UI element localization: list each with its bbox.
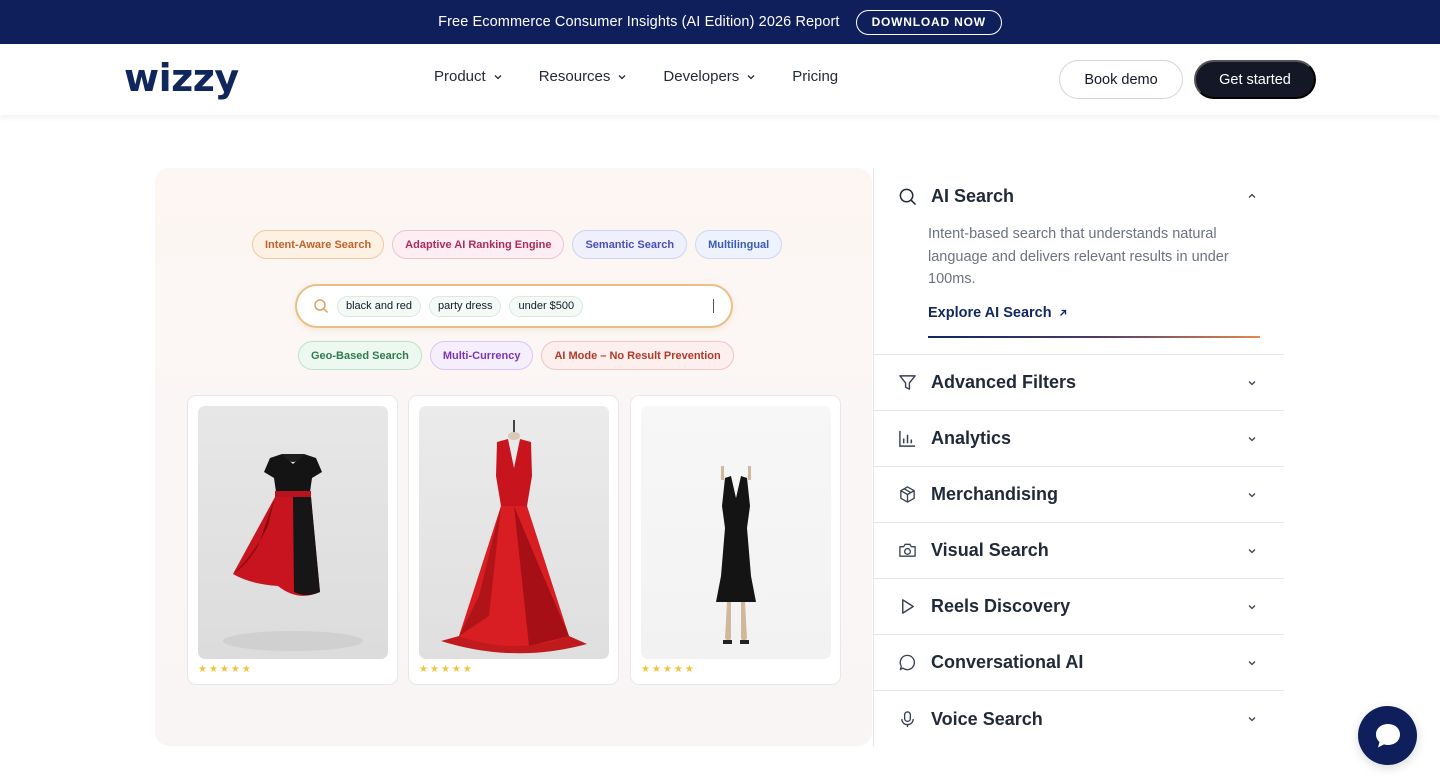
chip-ai-mode: AI Mode – No Result Prevention	[541, 341, 734, 370]
chip-adaptive-ranking: Adaptive AI Ranking Engine	[392, 230, 565, 259]
book-demo-button[interactable]: Book demo	[1059, 60, 1183, 99]
accordion-header-visual-search[interactable]: Visual Search	[873, 523, 1284, 579]
chevron-down-icon	[1248, 381, 1256, 386]
chevron-down-icon	[1248, 661, 1256, 666]
accordion-title: Reels Discovery	[931, 596, 1071, 616]
active-progress-bar	[928, 336, 1260, 338]
accordion-item-ai-search: AI Search Intent-based search that under…	[873, 168, 1284, 355]
product-image-red-gown	[419, 406, 609, 659]
chat-bubble-icon	[897, 653, 917, 673]
menu-resources-label: Resources	[538, 68, 611, 85]
accordion-title: Visual Search	[931, 540, 1049, 560]
get-started-button[interactable]: Get started	[1194, 60, 1316, 99]
accordion-title: AI Search	[931, 185, 1015, 206]
chevron-down-icon	[747, 74, 755, 79]
rating-stars: ★ ★ ★ ★ ★	[641, 664, 694, 675]
box-icon	[897, 485, 917, 505]
accordion-title: Merchandising	[931, 484, 1059, 504]
chevron-down-icon	[1248, 549, 1256, 554]
accordion-header-merchandising[interactable]: Merchandising	[873, 467, 1284, 523]
feature-chips-bottom: Geo-Based Search Multi-Currency AI Mode …	[298, 341, 734, 370]
banner-text: Free Ecommerce Consumer Insights (AI Edi…	[438, 14, 840, 30]
product-image-red-black-dress	[198, 406, 388, 659]
chip-geo-based-search: Geo-Based Search	[298, 341, 422, 370]
menu-product[interactable]: Product	[434, 68, 503, 85]
chevron-down-icon	[618, 74, 626, 79]
menu-pricing[interactable]: Pricing	[792, 68, 838, 85]
menu-developers-label: Developers	[663, 68, 740, 85]
wizzy-logo[interactable]: wizzy	[124, 58, 239, 98]
menu-pricing-label: Pricing	[792, 68, 839, 85]
arrow-up-right-icon	[1059, 309, 1066, 316]
accordion-header-ai-search[interactable]: AI Search	[873, 168, 1284, 224]
chevron-down-icon	[1248, 493, 1256, 498]
filter-icon	[897, 373, 917, 393]
dress-illustration	[223, 454, 363, 651]
microphone-icon	[897, 709, 917, 729]
accordion-header-voice-search[interactable]: Voice Search	[873, 691, 1284, 747]
accordion-header-analytics[interactable]: Analytics	[873, 411, 1284, 467]
gown-illustration	[441, 420, 587, 654]
chip-multi-currency: Multi-Currency	[429, 341, 534, 370]
promo-banner: Free Ecommerce Consumer Insights (AI Edi…	[0, 0, 1440, 44]
rating-stars: ★ ★ ★ ★ ★	[198, 664, 251, 675]
camera-icon	[897, 541, 917, 561]
bar-chart-icon	[897, 429, 917, 449]
product-image-black-midi-dress	[641, 406, 831, 659]
menu-resources[interactable]: Resources	[539, 68, 628, 85]
accordion-title: Voice Search	[931, 708, 1043, 729]
top-navigation: wizzy Product Resources Developers Prici…	[0, 44, 1440, 115]
main-menu: Product Resources Developers Pricing	[434, 68, 838, 85]
product-card[interactable]: ★ ★ ★ ★ ★	[630, 395, 841, 685]
chip-intent-aware-search: Intent-Aware Search	[252, 230, 385, 259]
download-now-button[interactable]: DOWNLOAD NOW	[855, 9, 1002, 35]
explore-ai-search-link[interactable]: Explore AI Search	[928, 305, 1068, 321]
chevron-up-icon	[1248, 193, 1256, 198]
explore-link-label: Explore AI Search	[928, 305, 1052, 321]
search-tag: party dress	[429, 295, 502, 317]
accordion-description: Intent-based search that understands nat…	[928, 226, 1229, 287]
search-tag: under $500	[509, 295, 584, 317]
demo-search-box[interactable]: black and red party dress under $500	[295, 284, 733, 328]
chat-bubble-icon	[1375, 723, 1400, 747]
rating-stars: ★ ★ ★ ★ ★	[419, 664, 472, 675]
chevron-down-icon	[1248, 605, 1256, 610]
accordion-header-conversational-ai[interactable]: Conversational AI	[873, 635, 1284, 691]
chevron-down-icon	[494, 74, 502, 79]
chevron-down-icon	[1248, 717, 1256, 722]
feature-chips-top: Intent-Aware Search Adaptive AI Ranking …	[252, 230, 783, 259]
accordion-header-reels-discovery[interactable]: Reels Discovery	[873, 579, 1284, 635]
chevron-down-icon	[1248, 437, 1256, 442]
search-icon	[314, 299, 328, 313]
menu-product-label: Product	[434, 68, 486, 85]
accordion-title: Conversational AI	[931, 652, 1084, 672]
play-icon	[897, 597, 917, 617]
menu-developers[interactable]: Developers	[663, 68, 756, 85]
product-card[interactable]: ★ ★ ★ ★ ★	[187, 395, 398, 685]
features-accordion: AI Search Intent-based search that under…	[873, 168, 1284, 747]
black-dress-illustration	[716, 466, 756, 644]
chat-widget-button[interactable]	[1358, 706, 1417, 765]
accordion-title: Analytics	[931, 428, 1012, 448]
search-showcase-panel: Intent-Aware Search Adaptive AI Ranking …	[155, 168, 872, 746]
accordion-header-advanced-filters[interactable]: Advanced Filters	[873, 355, 1284, 411]
text-cursor	[713, 299, 714, 313]
chip-semantic-search: Semantic Search	[572, 230, 688, 259]
search-tag: black and red	[337, 295, 422, 317]
chip-multilingual: Multilingual	[695, 230, 783, 259]
search-icon	[897, 186, 917, 206]
accordion-title: Advanced Filters	[931, 372, 1077, 392]
product-card[interactable]: ★ ★ ★ ★ ★	[408, 395, 619, 685]
